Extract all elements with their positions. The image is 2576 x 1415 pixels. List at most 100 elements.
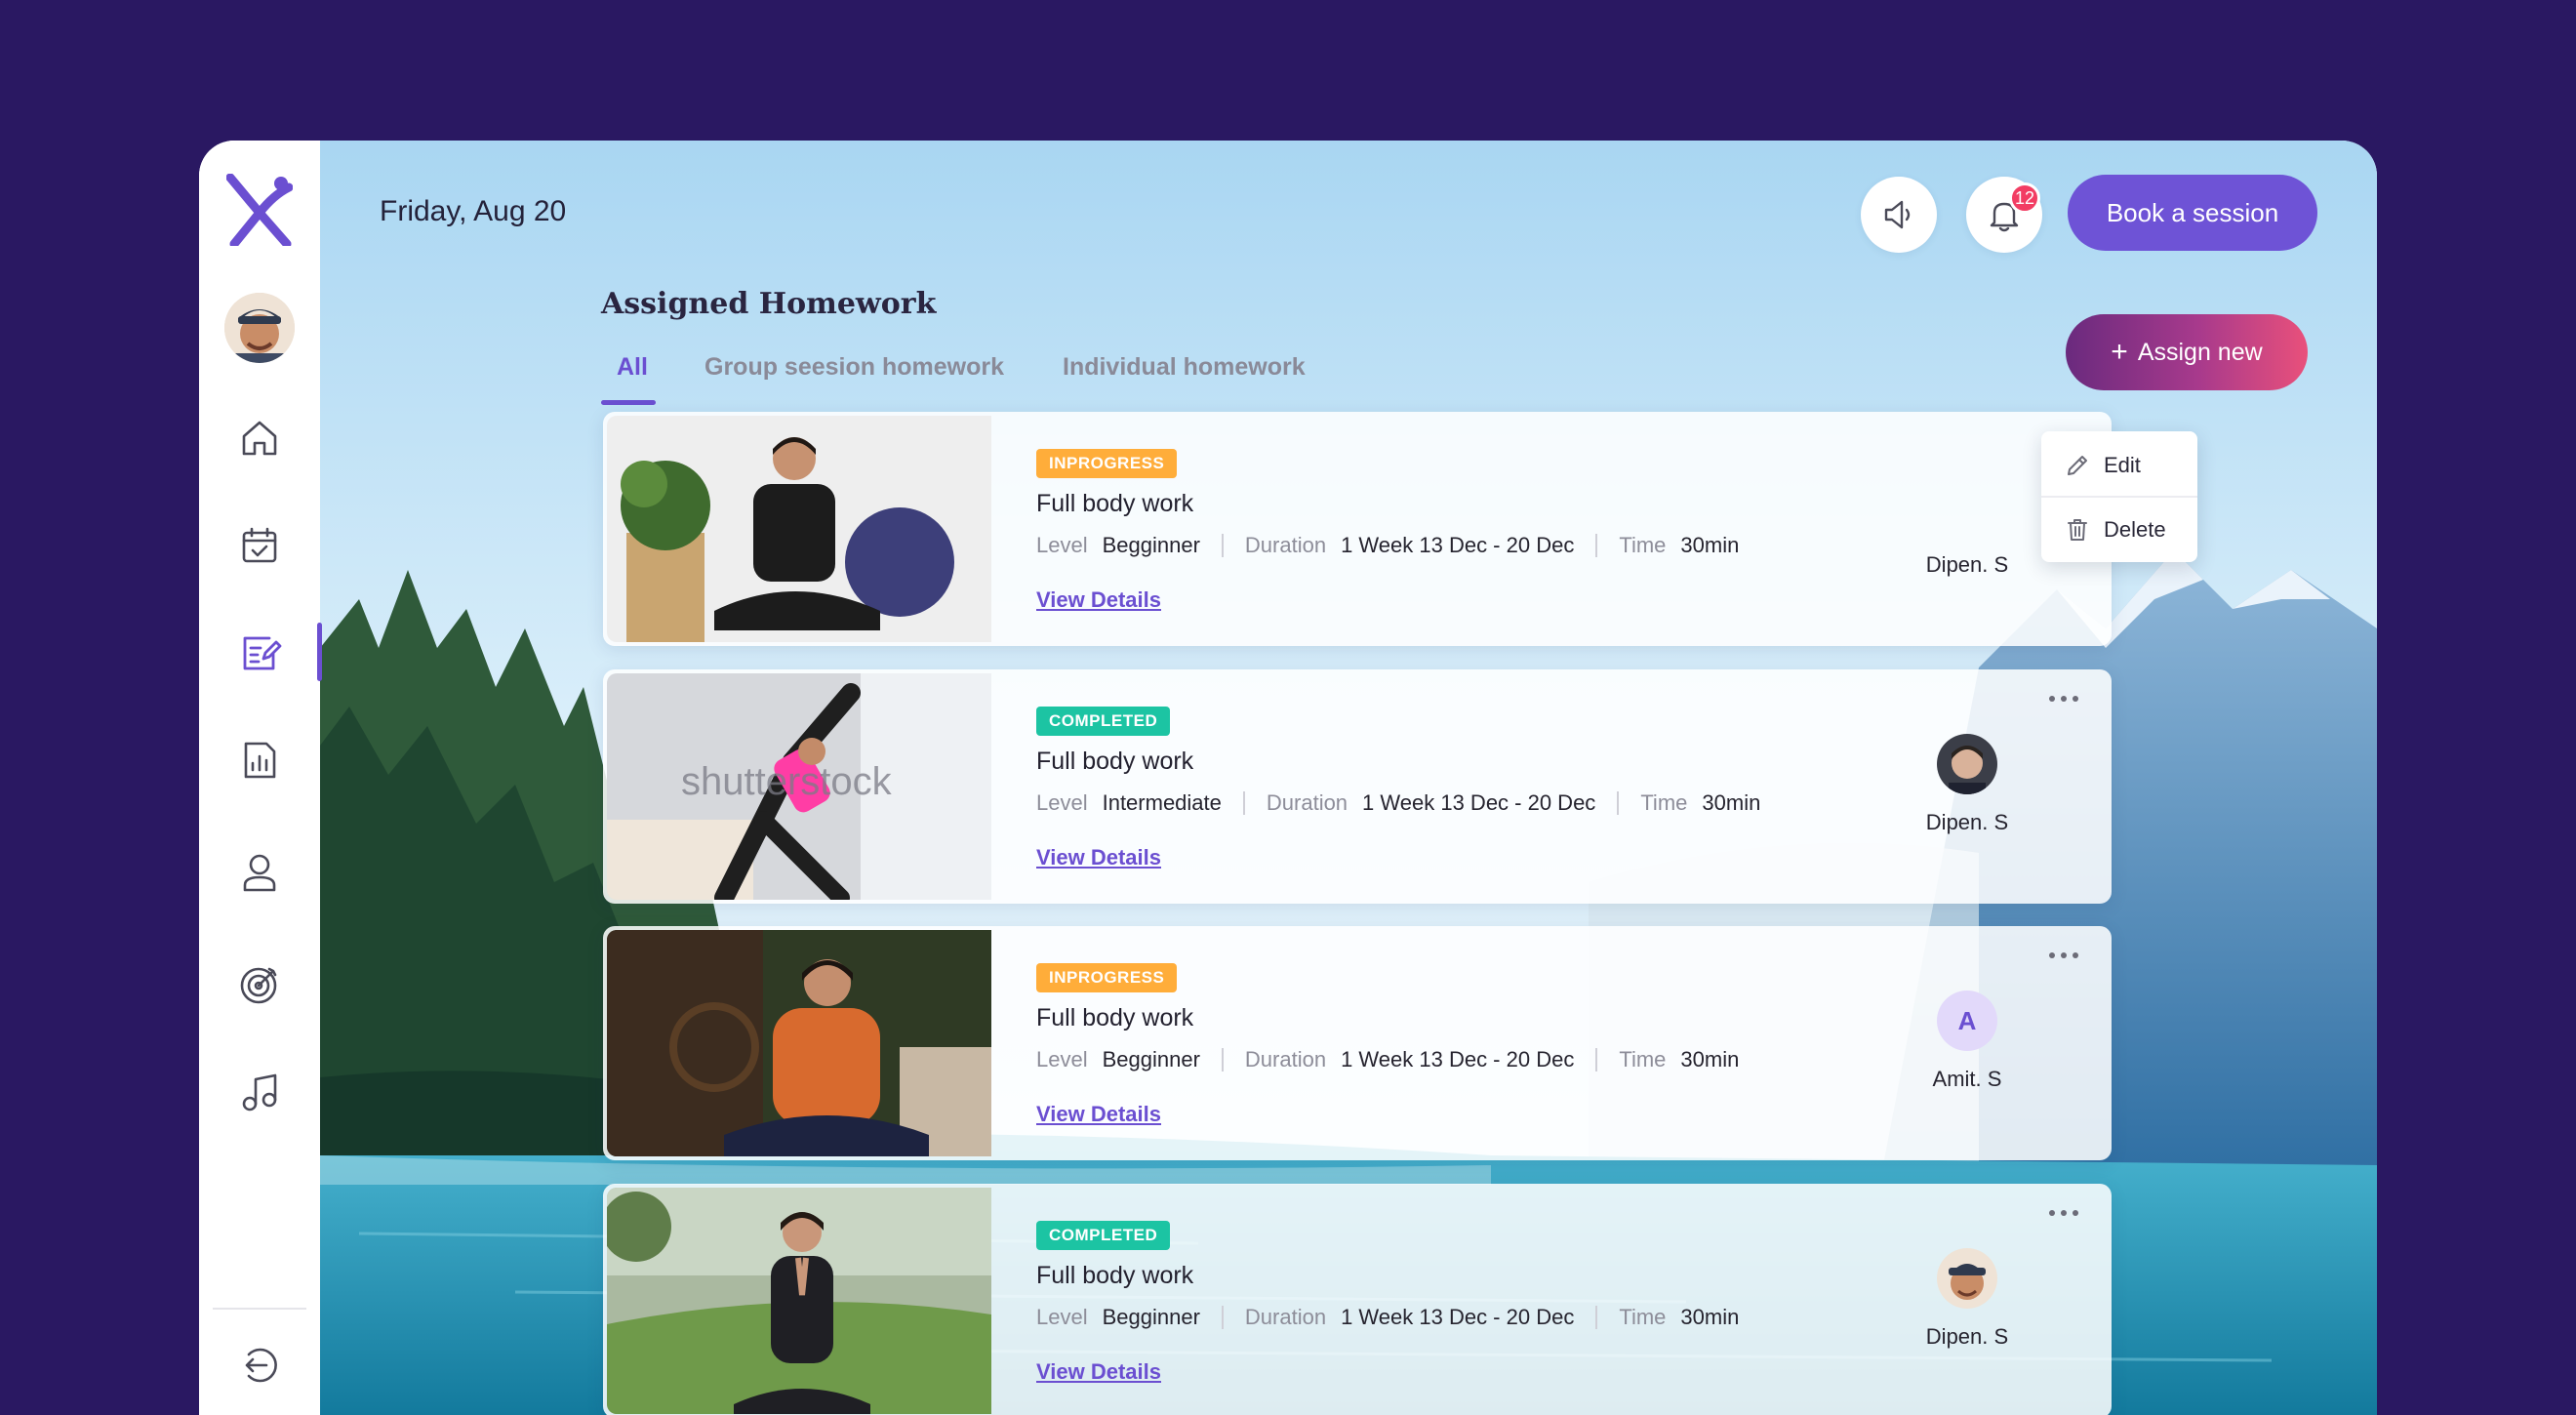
view-details-link[interactable]: View Details xyxy=(1036,1359,1161,1385)
more-options-button[interactable] xyxy=(2041,687,2086,710)
time-value: 30min xyxy=(1680,1305,1740,1329)
notification-count-badge: 12 xyxy=(2009,182,2040,214)
homework-thumbnail xyxy=(607,1188,991,1414)
duration-label: Duration xyxy=(1244,1305,1327,1329)
meta-divider xyxy=(1221,534,1224,557)
homework-card[interactable]: shutterstock COMPLETED Full body work Le… xyxy=(603,669,2112,904)
sidebar-item-reports[interactable] xyxy=(199,726,320,794)
homework-card[interactable]: INPROGRESS Full body work Level Begginne… xyxy=(603,926,2112,1160)
homework-title: Full body work xyxy=(1036,1262,1194,1289)
pencil-icon xyxy=(2068,456,2087,475)
view-details-link[interactable]: View Details xyxy=(1036,1102,1161,1127)
edit-note-icon xyxy=(243,636,282,670)
sidebar-item-music[interactable] xyxy=(199,1058,320,1126)
level-value: Begginner xyxy=(1102,1047,1200,1071)
meta-divider xyxy=(1221,1048,1224,1071)
time-label: Time xyxy=(1619,1305,1667,1329)
duration-label: Duration xyxy=(1244,1047,1327,1071)
tab-individual-homework[interactable]: Individual homework xyxy=(1063,353,1306,382)
homework-thumbnail: shutterstock xyxy=(607,673,991,900)
homework-meta: Level Intermediate Duration 1 Week 13 De… xyxy=(1036,790,1760,816)
menu-item-label: Delete xyxy=(2104,517,2166,542)
target-icon xyxy=(240,967,277,1004)
duration-label: Duration xyxy=(1244,533,1327,557)
level-value: Begginner xyxy=(1102,1305,1200,1329)
level-label: Level xyxy=(1036,533,1088,557)
menu-item-delete[interactable]: Delete xyxy=(2041,500,2197,560)
status-badge: INPROGRESS xyxy=(1036,449,1178,478)
assign-new-button[interactable]: + Assign new xyxy=(2066,314,2308,390)
meta-divider xyxy=(1595,1306,1598,1329)
homework-card[interactable]: COMPLETED Full body work Level Begginner… xyxy=(603,1184,2112,1415)
assignee: A Amit. S xyxy=(1909,990,2026,1092)
view-details-link[interactable]: View Details xyxy=(1036,845,1161,870)
meta-divider xyxy=(1595,1048,1598,1071)
assignee-name: Amit. S xyxy=(1932,1067,2002,1091)
time-label: Time xyxy=(1640,790,1688,815)
assignee-avatar xyxy=(1937,1248,1997,1309)
menu-item-label: Edit xyxy=(2104,453,2141,477)
bar-chart-icon xyxy=(244,742,276,779)
card-options-menu: Edit Delete xyxy=(2041,431,2197,562)
duration-value: 1 Week 13 Dec - 20 Dec xyxy=(1341,533,1575,557)
level-label: Level xyxy=(1036,1047,1088,1071)
assign-new-label: Assign new xyxy=(2137,338,2263,366)
time-label: Time xyxy=(1619,533,1667,557)
page-title: Assigned Homework xyxy=(601,287,937,321)
homework-thumbnail xyxy=(607,930,991,1156)
current-date: Friday, Aug 20 xyxy=(380,195,567,227)
meta-divider xyxy=(1221,1306,1224,1329)
tab-group-session-homework[interactable]: Group seesion homework xyxy=(704,353,1004,382)
status-badge: COMPLETED xyxy=(1036,707,1171,736)
book-session-button[interactable]: Book a session xyxy=(2068,175,2317,251)
more-options-button[interactable] xyxy=(2041,944,2086,967)
announcement-button[interactable] xyxy=(1861,177,1937,253)
assignee: Dipen. S xyxy=(1909,1248,2026,1350)
assignee-avatar: A xyxy=(1937,990,1997,1051)
assignee: Dipen. S xyxy=(1909,734,2026,835)
music-note-icon xyxy=(242,1073,277,1112)
sidebar-divider xyxy=(213,1308,306,1310)
logout-icon xyxy=(245,1348,277,1383)
assignee-name: Dipen. S xyxy=(1925,1324,2009,1349)
logout-button[interactable] xyxy=(199,1331,320,1399)
more-options-button[interactable] xyxy=(2041,1201,2086,1225)
time-label: Time xyxy=(1619,1047,1667,1071)
status-badge: INPROGRESS xyxy=(1036,963,1178,992)
assignee-avatar xyxy=(1937,734,1997,794)
notifications-button[interactable]: 12 xyxy=(1966,177,2042,253)
homework-card[interactable]: INPROGRESS Full body work Level Begginne… xyxy=(603,412,2112,646)
time-value: 30min xyxy=(1702,790,1761,815)
app-window: Friday, Aug 20 12 Book a session Assigne… xyxy=(199,141,2377,1415)
view-details-link[interactable]: View Details xyxy=(1036,587,1161,613)
meta-divider xyxy=(1617,791,1620,815)
level-value: Intermediate xyxy=(1102,790,1222,815)
sidebar-item-homework[interactable] xyxy=(199,619,322,687)
sidebar-item-calendar[interactable] xyxy=(199,511,320,580)
sidebar-item-goals[interactable] xyxy=(199,950,320,1019)
time-value: 30min xyxy=(1680,533,1740,557)
tab-all[interactable]: All xyxy=(617,353,648,382)
time-value: 30min xyxy=(1680,1047,1740,1071)
meta-divider xyxy=(1242,791,1245,815)
homework-thumbnail xyxy=(607,416,991,642)
sidebar xyxy=(199,141,322,1415)
status-badge: COMPLETED xyxy=(1036,1221,1171,1250)
homework-meta: Level Begginner Duration 1 Week 13 Dec -… xyxy=(1036,533,1739,558)
homework-meta: Level Begginner Duration 1 Week 13 Dec -… xyxy=(1036,1305,1739,1330)
sidebar-item-home[interactable] xyxy=(199,404,320,472)
level-value: Begginner xyxy=(1102,533,1200,557)
user-avatar[interactable] xyxy=(224,293,295,363)
menu-divider xyxy=(2041,496,2197,498)
app-logo[interactable] xyxy=(226,174,293,246)
duration-value: 1 Week 13 Dec - 20 Dec xyxy=(1362,790,1596,815)
homework-title: Full body work xyxy=(1036,490,1194,517)
duration-value: 1 Week 13 Dec - 20 Dec xyxy=(1341,1047,1575,1071)
thumbnail-watermark: shutterstock xyxy=(681,760,893,803)
sidebar-item-profile[interactable] xyxy=(199,838,320,907)
assignee-name: Dipen. S xyxy=(1925,552,2009,577)
assignee-name: Dipen. S xyxy=(1925,810,2009,834)
main-content: Friday, Aug 20 12 Book a session Assigne… xyxy=(320,141,2377,1415)
menu-item-edit[interactable]: Edit xyxy=(2041,435,2197,496)
homework-title: Full body work xyxy=(1036,748,1194,775)
